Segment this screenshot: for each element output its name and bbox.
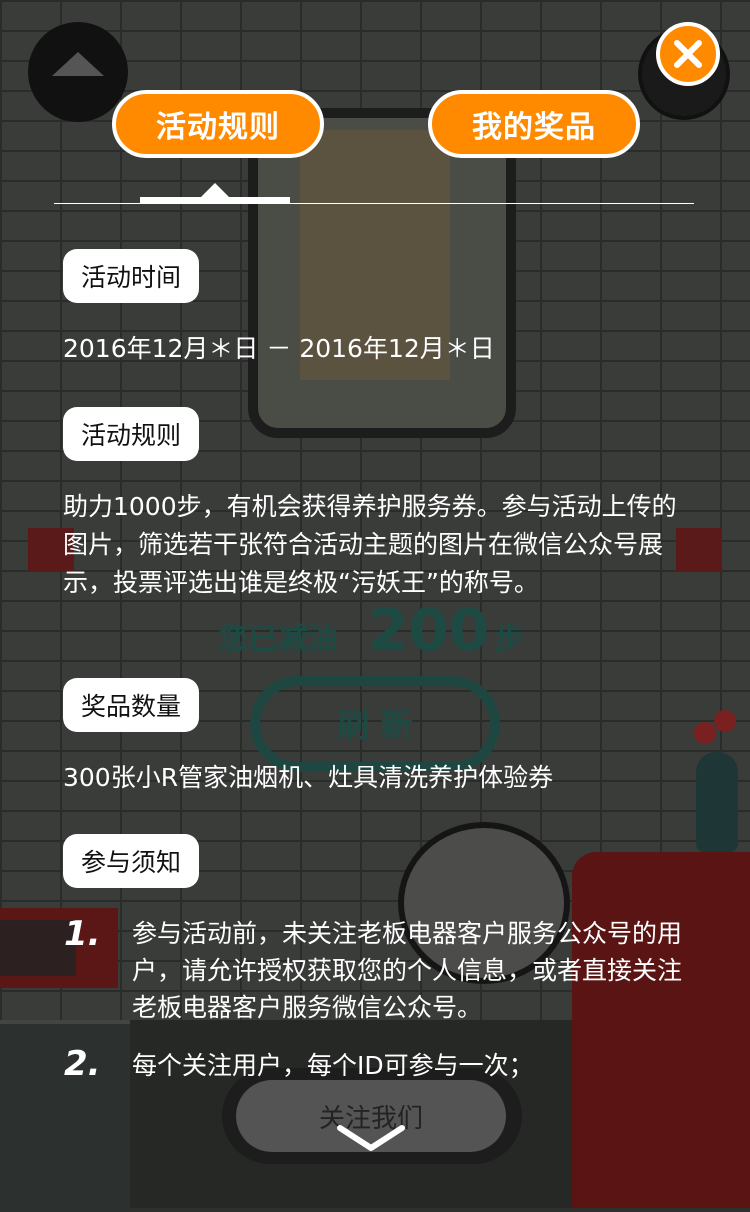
rules-overlay: 活动规则 我的奖品 活动时间 2016年12月＊日 － 2016年12月＊日 活… xyxy=(0,0,750,1208)
section-title-rules: 活动规则 xyxy=(63,407,200,461)
section-title-notes: 参与须知 xyxy=(63,834,200,888)
prize-quantity-text: 300张小R管家油烟机、灶具清洗养护体验券 xyxy=(63,763,554,792)
chevron-down-icon xyxy=(337,1125,405,1151)
active-tab-indicator xyxy=(140,197,290,204)
close-icon xyxy=(674,40,702,68)
activity-time-text: 2016年12月＊日 － 2016年12月＊日 xyxy=(63,334,495,363)
scroll-down-button[interactable] xyxy=(336,1124,406,1158)
tab-pointer-arrow xyxy=(200,183,230,198)
section-title-time: 活动时间 xyxy=(63,249,200,303)
activity-rules-text: 助力1000步，有机会获得养护服务券。参与活动上传的图片，筛选若干张符合活动主题… xyxy=(63,492,677,597)
tab-rules[interactable]: 活动规则 xyxy=(112,90,324,158)
note-item-text: 参与活动前，未关注老板电器客户服务公众号的用户，请允许授权获取您的个人信息，或者… xyxy=(132,919,683,1022)
note-item-text: 每个关注用户，每个ID可参与一次； xyxy=(132,1051,534,1080)
section-title-prizes: 奖品数量 xyxy=(63,678,200,732)
tab-my-prizes[interactable]: 我的奖品 xyxy=(428,90,640,158)
close-button[interactable] xyxy=(656,22,720,86)
note-number: 2. xyxy=(64,1044,101,1084)
note-number: 1. xyxy=(64,914,101,954)
